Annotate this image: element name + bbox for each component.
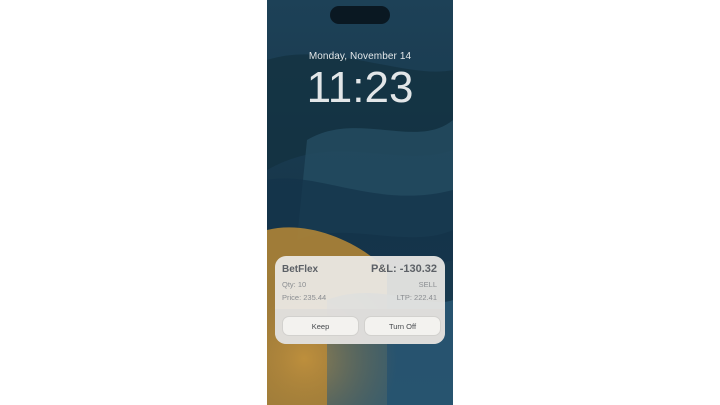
- pnl-value: P&L: -130.32: [370, 263, 437, 275]
- price-label: Price: 235.44: [282, 293, 327, 302]
- turn-off-button[interactable]: Turn Off: [364, 316, 441, 336]
- quantity-label: Qty: 10: [282, 280, 307, 289]
- ltp-label: LTP: 222.41: [396, 293, 437, 302]
- notification-content: BetFlex P&L: -130.32 Qty: 10 SELL Price:…: [275, 256, 445, 309]
- notification-actions: Keep Turn Off: [275, 309, 445, 344]
- lock-screen-date: Monday, November 14: [308, 51, 412, 62]
- phone-lock-screen: Monday, November 14 11:23 BetFlex P&L: -…: [267, 0, 453, 405]
- keep-button[interactable]: Keep: [282, 316, 359, 336]
- notification-app-name: BetFlex: [282, 264, 319, 275]
- lock-screen-time: 11:23: [306, 63, 414, 112]
- order-side-label: SELL: [418, 280, 437, 289]
- live-activity-notification[interactable]: BetFlex P&L: -130.32 Qty: 10 SELL Price:…: [275, 256, 445, 344]
- screenshot-canvas: Monday, November 14 11:23 BetFlex P&L: -…: [0, 0, 720, 405]
- dynamic-island: [330, 6, 390, 24]
